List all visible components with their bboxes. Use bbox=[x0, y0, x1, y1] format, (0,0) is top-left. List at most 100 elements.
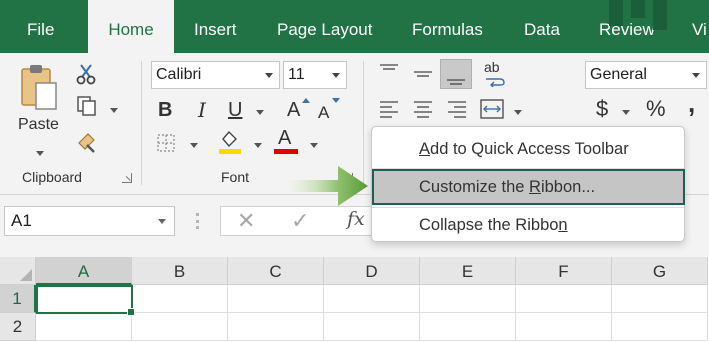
tab-data[interactable]: Data bbox=[524, 0, 560, 53]
cancel-icon[interactable]: ✕ bbox=[237, 207, 255, 235]
column-header-a[interactable]: A bbox=[36, 257, 132, 285]
tab-view[interactable]: Vi bbox=[692, 0, 707, 53]
font-color-letter: A bbox=[278, 127, 292, 149]
column-header-d[interactable]: D bbox=[324, 257, 420, 285]
paste-dropdown-caret[interactable] bbox=[36, 151, 44, 156]
font-color-button[interactable]: A bbox=[274, 127, 300, 155]
menu-item-add-to-quick-access-toolbar[interactable]: Add to Quick Access Toolbar bbox=[372, 131, 684, 167]
menu-item-accelerator: A bbox=[419, 140, 431, 158]
cell-f1[interactable] bbox=[516, 285, 612, 313]
wrap-text-button[interactable]: ab bbox=[482, 59, 508, 89]
align-center-icon[interactable] bbox=[412, 98, 434, 120]
comma-style-button[interactable]: , bbox=[688, 90, 695, 116]
wrap-arrow-icon bbox=[486, 78, 505, 87]
borders-icon[interactable] bbox=[156, 133, 176, 153]
fill-color-dropdown-caret[interactable] bbox=[254, 143, 262, 148]
currency-button[interactable]: $ bbox=[596, 97, 608, 121]
align-middle-icon[interactable] bbox=[412, 63, 434, 85]
ribbon-context-menu: Add to Quick Access Toolbar Customize th… bbox=[371, 126, 685, 242]
cell-f2[interactable] bbox=[516, 313, 612, 341]
format-painter-icon[interactable] bbox=[76, 131, 98, 153]
wrap-text-label: ab bbox=[484, 59, 500, 75]
tab-home[interactable]: Home bbox=[88, 0, 174, 53]
ribbon-tab-bar: File Home Insert Page Layout Formulas Da… bbox=[0, 0, 709, 53]
paste-label: Paste bbox=[18, 116, 59, 133]
tab-formulas[interactable]: Formulas bbox=[412, 0, 483, 53]
select-all-button[interactable] bbox=[0, 257, 36, 285]
cell-c1[interactable] bbox=[228, 285, 324, 313]
number-format-value: General bbox=[590, 66, 647, 83]
clipboard-group-label: Clipboard bbox=[22, 169, 82, 185]
column-header-c[interactable]: C bbox=[228, 257, 324, 285]
cell-b1[interactable] bbox=[132, 285, 228, 313]
merge-center-icon[interactable] bbox=[480, 98, 504, 120]
cell-g1[interactable] bbox=[612, 285, 708, 313]
borders-dropdown-caret[interactable] bbox=[190, 143, 198, 148]
row-header-1[interactable]: 1 bbox=[0, 285, 36, 313]
cell-e2[interactable] bbox=[420, 313, 516, 341]
name-box[interactable]: A1 bbox=[4, 206, 175, 236]
paste-button[interactable]: Paste bbox=[12, 61, 70, 161]
align-top-icon[interactable] bbox=[378, 63, 400, 81]
clipboard-dialog-launcher[interactable] bbox=[122, 173, 132, 183]
cell-d2[interactable] bbox=[324, 313, 420, 341]
merge-dropdown-caret[interactable] bbox=[514, 110, 522, 115]
number-format-combo[interactable]: General bbox=[585, 61, 707, 89]
chevron-down-icon bbox=[692, 73, 700, 78]
font-group-label: Font bbox=[221, 169, 250, 185]
align-bottom-button[interactable] bbox=[440, 59, 472, 89]
cell-d1[interactable] bbox=[324, 285, 420, 313]
menu-item-accelerator: R bbox=[529, 178, 541, 196]
tab-file[interactable]: File bbox=[27, 0, 54, 53]
tab-page-layout[interactable]: Page Layout bbox=[277, 0, 372, 53]
formula-bar-grip[interactable] bbox=[196, 213, 199, 229]
menu-item-label: Customize the bbox=[419, 178, 530, 196]
menu-item-collapse-the-ribbon[interactable]: Collapse the Ribbon bbox=[372, 207, 684, 243]
paste-icon bbox=[21, 65, 57, 110]
menu-item-label: dd to Quick Access Toolbar bbox=[430, 140, 629, 158]
group-separator bbox=[141, 61, 142, 185]
menu-item-customize-the-ribbon[interactable]: Customize the Ribbon... bbox=[372, 169, 685, 205]
font-color-dropdown-caret[interactable] bbox=[310, 143, 318, 148]
chevron-down-icon bbox=[265, 73, 273, 78]
cell-g2[interactable] bbox=[612, 313, 708, 341]
caret-up-icon bbox=[302, 98, 310, 103]
align-bottom-icon bbox=[447, 79, 465, 85]
align-left-icon[interactable] bbox=[378, 98, 400, 120]
column-header-e[interactable]: E bbox=[420, 257, 516, 285]
grow-font-button[interactable]: A bbox=[287, 98, 300, 122]
chevron-down-icon bbox=[332, 73, 340, 78]
chevron-down-icon bbox=[158, 219, 166, 224]
font-size-combo[interactable]: 11 bbox=[283, 61, 347, 89]
menu-item-label: Collapse the Ribbo bbox=[419, 216, 559, 234]
shrink-font-button[interactable]: A bbox=[318, 101, 329, 125]
cell-a2[interactable] bbox=[36, 313, 132, 341]
copy-icon[interactable] bbox=[76, 95, 98, 117]
currency-dropdown-caret[interactable] bbox=[622, 110, 630, 115]
underline-dropdown-caret[interactable] bbox=[256, 110, 264, 115]
tab-insert[interactable]: Insert bbox=[194, 0, 237, 53]
active-cell-a1[interactable] bbox=[36, 285, 135, 316]
column-header-g[interactable]: G bbox=[612, 257, 708, 285]
title-decoration bbox=[609, 0, 679, 30]
worksheet-grid: ABCDEFG 12 bbox=[0, 257, 709, 342]
cell-b2[interactable] bbox=[132, 313, 228, 341]
font-size-value: 11 bbox=[288, 66, 305, 83]
fill-color-icon[interactable] bbox=[218, 129, 242, 155]
cut-icon[interactable] bbox=[76, 63, 96, 85]
underline-button[interactable]: U bbox=[228, 98, 242, 122]
bold-button[interactable]: B bbox=[158, 98, 172, 122]
caret-down-icon bbox=[332, 98, 340, 103]
cell-c2[interactable] bbox=[228, 313, 324, 341]
font-name-combo[interactable]: Calibri bbox=[151, 61, 280, 89]
menu-item-label: ibbon... bbox=[540, 178, 596, 196]
row-header-2[interactable]: 2 bbox=[0, 313, 36, 341]
align-right-icon[interactable] bbox=[446, 98, 468, 120]
cell-e1[interactable] bbox=[420, 285, 516, 313]
font-color-swatch bbox=[274, 149, 298, 154]
copy-dropdown-caret[interactable] bbox=[110, 108, 118, 113]
percent-button[interactable]: % bbox=[646, 97, 666, 121]
column-header-b[interactable]: B bbox=[132, 257, 228, 285]
column-header-f[interactable]: F bbox=[516, 257, 612, 285]
italic-button[interactable]: I bbox=[198, 98, 206, 122]
